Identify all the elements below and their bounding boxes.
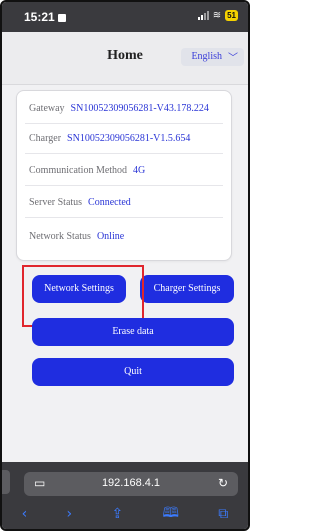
info-key: Gateway <box>29 103 65 114</box>
signal-icon <box>197 11 209 20</box>
app-header: Home English ﹀ <box>2 32 248 85</box>
browser-toolbar: ‹ › ⇪ 🕮 ⧉ <box>2 504 248 524</box>
info-value: SN10052309056281-V1.5.654 <box>67 133 191 144</box>
info-key: Network Status <box>29 231 91 242</box>
info-value: SN10052309056281-V43.178.224 <box>70 103 209 114</box>
forward-icon[interactable]: › <box>67 506 73 522</box>
reload-icon[interactable]: ↻ <box>218 476 228 490</box>
info-row-gateway: Gateway SN10052309056281-V43.178.224 <box>29 103 209 114</box>
info-row-network-status: Network Status Online <box>29 231 124 242</box>
wifi-icon: ≋ <box>212 10 222 21</box>
divider <box>25 123 223 124</box>
language-select[interactable]: English ﹀ <box>181 48 244 66</box>
info-key: Charger <box>29 133 62 144</box>
bookmarks-icon[interactable]: 🕮 <box>162 502 179 526</box>
info-row-server-status: Server Status Connected <box>29 197 131 208</box>
quit-button[interactable]: Quit <box>32 358 234 386</box>
divider <box>25 185 223 186</box>
share-icon[interactable]: ⇪ <box>111 506 123 522</box>
info-value: Connected <box>88 197 131 208</box>
tabs-icon[interactable]: ⧉ <box>218 506 228 522</box>
status-time: 15:21 <box>24 10 66 24</box>
language-value: English <box>191 51 222 62</box>
info-value: 4G <box>133 165 146 176</box>
info-value: Online <box>96 231 125 242</box>
info-row-charger: Charger SN10052309056281-V1.5.654 <box>29 133 190 144</box>
status-bar: 15:21 ≋ 51 <box>2 2 248 32</box>
browser-bar: ▭ 192.168.4.1 ↻ ‹ › ⇪ 🕮 ⧉ <box>2 462 248 529</box>
url-text: 192.168.4.1 <box>101 477 161 489</box>
divider <box>25 217 223 218</box>
divider <box>25 153 223 154</box>
address-bar[interactable]: ▭ 192.168.4.1 ↻ <box>24 472 238 496</box>
phone-frame: 15:21 ≋ 51 Home English ﹀ Gateway SN10052… <box>0 0 250 531</box>
side-tab-handle[interactable] <box>2 470 10 494</box>
charger-settings-button[interactable]: Charger Settings <box>140 275 234 303</box>
chevron-down-icon: ﹀ <box>228 53 238 64</box>
back-icon[interactable]: ‹ <box>22 506 28 522</box>
battery-icon: 51 <box>225 10 238 21</box>
screen-record-icon <box>57 14 66 22</box>
status-icons: ≋ 51 <box>197 10 238 21</box>
device-info-card: Gateway SN10052309056281-V43.178.224 Char… <box>16 90 232 261</box>
erase-data-button[interactable]: Erase data <box>32 318 234 346</box>
info-key: Communication Method <box>29 165 128 176</box>
info-row-communication: Communication Method 4G <box>29 165 145 176</box>
info-key: Server Status <box>29 197 83 208</box>
